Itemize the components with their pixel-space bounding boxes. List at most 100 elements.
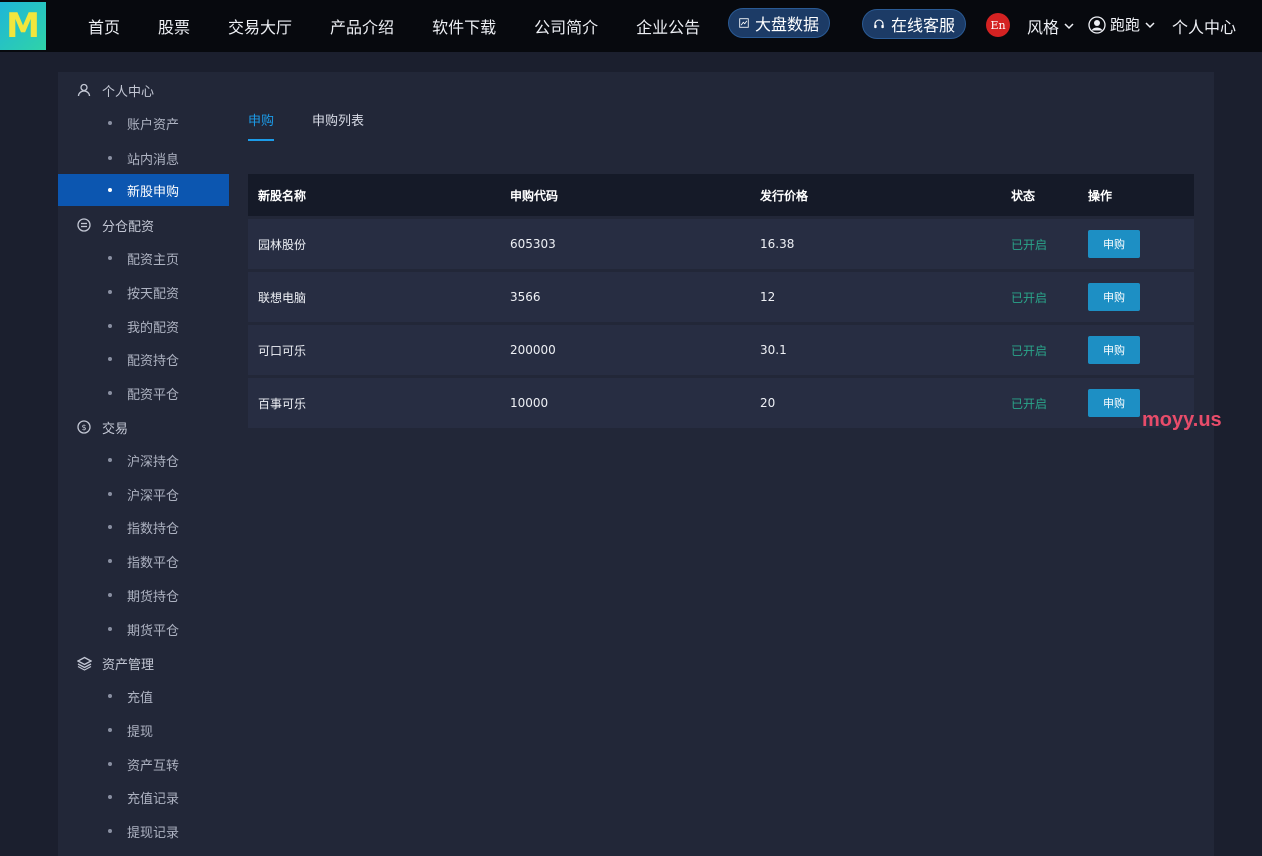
stock-code: 3566 — [510, 290, 541, 304]
sidebar-item-label: 充值记录 — [127, 791, 180, 807]
user-menu[interactable]: 跑跑 — [1088, 14, 1156, 35]
sidebar-group-trading[interactable]: $ 交易 — [58, 412, 229, 442]
sidebar-item-label: 按天配资 — [127, 286, 180, 302]
main-nav: 首页 股票 交易大厅 产品介绍 软件下载 公司简介 企业公告 — [88, 14, 738, 38]
nav-trading-hall[interactable]: 交易大厅 — [228, 14, 292, 38]
layers-icon — [76, 655, 92, 671]
sidebar-item-label: 沪深持仓 — [127, 454, 180, 470]
sidebar-item-deposit[interactable]: 充值 — [58, 680, 229, 712]
sidebar-item-index-positions[interactable]: 指数持仓 — [58, 511, 229, 543]
bullet-dot — [108, 357, 112, 361]
sidebar-item-messages[interactable]: 站内消息 — [58, 142, 229, 174]
chart-line-icon — [739, 18, 749, 28]
language-switch[interactable]: En — [986, 13, 1010, 37]
sidebar-group-margin[interactable]: 分仓配资 — [58, 210, 229, 240]
bullet-dot — [108, 795, 112, 799]
sidebar-item-margin-closed[interactable]: 配资平仓 — [58, 377, 229, 409]
stock-name: 百事可乐 — [258, 396, 307, 411]
status-badge: 已开启 — [1011, 396, 1048, 411]
bullet-dot — [108, 290, 112, 294]
style-menu[interactable]: 风格 — [1027, 14, 1075, 38]
sidebar-item-transfer[interactable]: 资产互转 — [58, 748, 229, 780]
sidebar-item-label: 充值 — [127, 690, 154, 706]
username: 跑跑 — [1110, 16, 1141, 34]
avatar-icon — [1088, 15, 1106, 34]
stock-name: 园林股份 — [258, 237, 307, 252]
tab-subscribe[interactable]: 申购 — [248, 110, 275, 141]
subscribe-button[interactable]: 申购 — [1088, 336, 1140, 364]
action-cell: 申购 — [1078, 336, 1194, 364]
style-label: 风格 — [1027, 18, 1060, 37]
bullet-dot — [108, 627, 112, 631]
action-cell: 申购 — [1078, 283, 1194, 311]
bullet-dot — [108, 593, 112, 597]
bullet-dot — [108, 728, 112, 732]
user-icon — [76, 82, 92, 98]
sidebar-group-personal[interactable]: 个人中心 — [58, 75, 229, 105]
bullet-dot — [108, 492, 112, 496]
sidebar-item-futures-closed[interactable]: 期货平仓 — [58, 613, 229, 645]
bullet-dot — [108, 121, 112, 125]
sidebar-item-my-margin[interactable]: 我的配资 — [58, 310, 229, 342]
watermark: moyy.us — [1142, 409, 1222, 431]
content-tabs: 申购 申购列表 — [248, 110, 402, 141]
bullet-dot — [108, 256, 112, 260]
sidebar-item-label: 配资平仓 — [127, 387, 180, 403]
sidebar-item-account-assets[interactable]: 账户资产 — [58, 107, 229, 139]
table-header: 新股名称 申购代码 发行价格 状态 操作 — [248, 174, 1194, 216]
svg-text:$: $ — [81, 423, 86, 432]
bullet-dot — [108, 694, 112, 698]
sidebar-item-ipo-subscribe[interactable]: 新股申购 — [58, 174, 229, 206]
sidebar-group-label: 交易 — [102, 421, 129, 437]
personal-center-link[interactable]: 个人中心 — [1172, 14, 1236, 38]
column-header-action: 操作 — [1088, 188, 1113, 203]
sidebar-item-index-closed[interactable]: 指数平仓 — [58, 545, 229, 577]
sidebar-item-label: 账户资产 — [127, 117, 180, 133]
sidebar-item-daily-margin[interactable]: 按天配资 — [58, 276, 229, 308]
chevron-down-icon — [1145, 21, 1155, 28]
issue-price: 12 — [760, 290, 776, 304]
sidebar-item-withdraw[interactable]: 提现 — [58, 714, 229, 746]
subscribe-button[interactable]: 申购 — [1088, 230, 1140, 258]
subscribe-button[interactable]: 申购 — [1088, 283, 1140, 311]
sidebar-item-label: 提现记录 — [127, 825, 180, 841]
sidebar-group-label: 分仓配资 — [102, 219, 155, 235]
stock-code: 10000 — [510, 396, 549, 410]
sidebar-item-withdraw-records[interactable]: 提现记录 — [58, 815, 229, 847]
table-row: 园林股份 605303 16.38 已开启 申购 — [248, 219, 1194, 269]
stock-name: 联想电脑 — [258, 290, 307, 305]
bullet-dot — [108, 559, 112, 563]
headset-icon — [874, 19, 884, 28]
tab-subscribe-list[interactable]: 申购列表 — [312, 110, 364, 141]
nav-about[interactable]: 公司简介 — [534, 14, 598, 38]
sidebar-item-a-share-positions[interactable]: 沪深持仓 — [58, 444, 229, 476]
logo[interactable]: M — [0, 2, 46, 50]
sidebar-item-label: 沪深平仓 — [127, 488, 180, 504]
online-service-label: 在线客服 — [890, 16, 955, 35]
sidebar-group-label: 个人中心 — [102, 84, 155, 100]
sidebar-item-label: 指数持仓 — [127, 521, 180, 537]
nav-home[interactable]: 首页 — [88, 14, 120, 38]
column-header-name: 新股名称 — [258, 188, 307, 203]
column-header-code: 申购代码 — [510, 188, 559, 203]
sidebar-group-label: 资产管理 — [102, 657, 155, 673]
issue-price: 20 — [760, 396, 776, 410]
nav-stocks[interactable]: 股票 — [158, 14, 190, 38]
sidebar-item-futures-positions[interactable]: 期货持仓 — [58, 579, 229, 611]
sidebar-item-a-share-closed[interactable]: 沪深平仓 — [58, 478, 229, 510]
sidebar-item-deposit-records[interactable]: 充值记录 — [58, 781, 229, 813]
nav-products[interactable]: 产品介绍 — [330, 14, 394, 38]
sidebar-item-margin-home[interactable]: 配资主页 — [58, 242, 229, 274]
chevron-down-icon — [1064, 23, 1074, 30]
subscribe-button[interactable]: 申购 — [1088, 389, 1140, 417]
market-data-button[interactable]: 大盘数据 — [728, 8, 830, 38]
nav-announcements[interactable]: 企业公告 — [636, 14, 700, 38]
online-service-button[interactable]: 在线客服 — [862, 9, 966, 39]
equal-circle-icon — [76, 217, 92, 233]
nav-download[interactable]: 软件下载 — [432, 14, 496, 38]
sidebar-group-assets[interactable]: 资产管理 — [58, 648, 229, 678]
sidebar-item-margin-positions[interactable]: 配资持仓 — [58, 343, 229, 375]
sidebar-item-label: 提现 — [127, 724, 154, 740]
table-row: 联想电脑 3566 12 已开启 申购 — [248, 272, 1194, 322]
bullet-dot — [108, 156, 112, 160]
